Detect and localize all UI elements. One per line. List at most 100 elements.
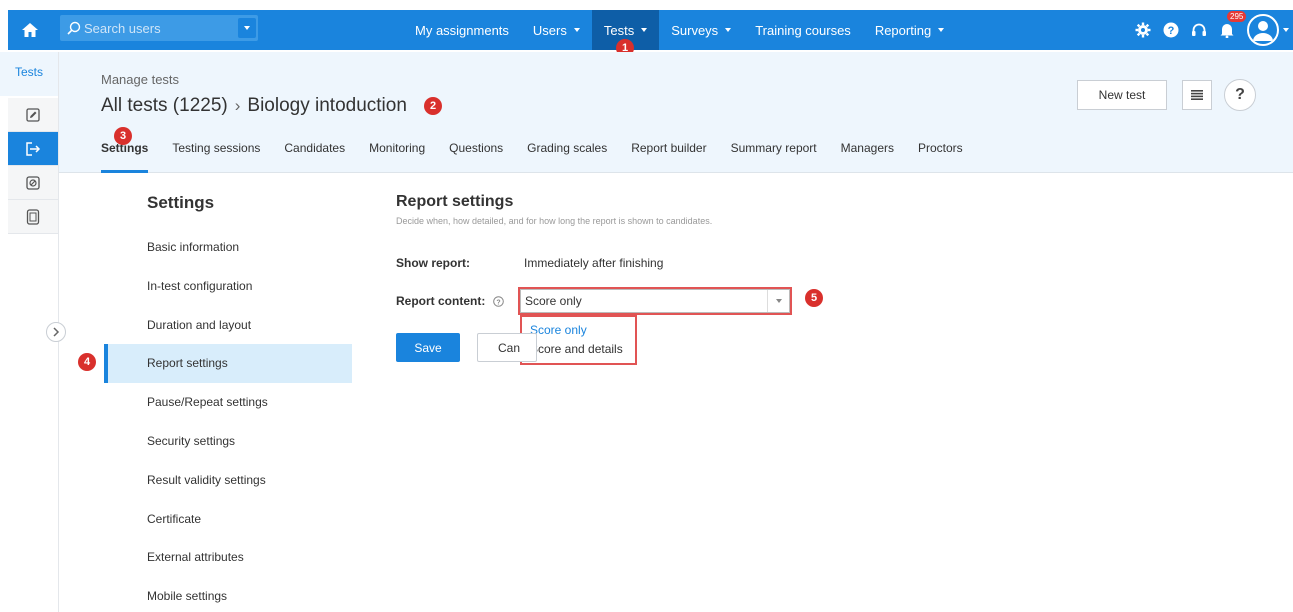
chevron-down-icon bbox=[938, 28, 945, 32]
option-score-and-details[interactable]: Score and details bbox=[522, 340, 635, 359]
menu-button[interactable] bbox=[1182, 80, 1212, 110]
search-box bbox=[60, 15, 258, 41]
section-title: Report settings bbox=[396, 193, 514, 210]
breadcrumb-separator: › bbox=[234, 96, 241, 115]
headset-icon bbox=[1192, 23, 1206, 36]
chevron-down-icon bbox=[573, 28, 580, 32]
chevron-down-icon bbox=[775, 299, 782, 303]
notification-badge: 295 bbox=[1227, 11, 1247, 22]
chevron-down-icon[interactable] bbox=[1283, 28, 1289, 32]
marker-5: 5 bbox=[805, 289, 823, 307]
report-content-selected: Score only bbox=[525, 294, 582, 308]
settings-item-in-test-configuration[interactable]: In-test configuration bbox=[104, 267, 352, 306]
save-button[interactable]: Save bbox=[396, 333, 460, 362]
settings-item-result-validity-settings[interactable]: Result validity settings bbox=[104, 461, 352, 500]
nav-reporting[interactable]: Reporting bbox=[863, 10, 956, 50]
settings-item-external-attributes[interactable]: External attributes bbox=[104, 538, 352, 577]
stamp-icon bbox=[26, 175, 40, 190]
show-report-label: Show report: bbox=[396, 256, 470, 270]
tab-summary-report[interactable]: Summary report bbox=[731, 140, 817, 173]
marker-2: 2 bbox=[424, 97, 442, 115]
search-filter-dropdown[interactable] bbox=[238, 18, 256, 38]
tab-managers[interactable]: Managers bbox=[841, 140, 894, 173]
search-input[interactable] bbox=[84, 15, 234, 41]
svg-text:?: ? bbox=[1168, 25, 1175, 37]
tab-monitoring[interactable]: Monitoring bbox=[369, 140, 425, 173]
bell-icon bbox=[1220, 24, 1234, 38]
show-report-value[interactable]: Immediately after finishing bbox=[524, 256, 663, 270]
support-button[interactable] bbox=[1185, 10, 1213, 50]
tab-bar: Settings Testing sessions Candidates Mon… bbox=[101, 140, 987, 173]
chevron-down-icon bbox=[725, 28, 732, 32]
new-test-button[interactable]: New test bbox=[1077, 80, 1167, 110]
select-arrow[interactable] bbox=[767, 290, 789, 312]
option-score-only[interactable]: Score only bbox=[522, 321, 635, 340]
settings-sidebar-title: Settings bbox=[147, 193, 215, 212]
info-icon[interactable]: ? bbox=[492, 296, 504, 308]
tab-testing-sessions[interactable]: Testing sessions bbox=[172, 140, 260, 173]
rail-label: Tests bbox=[14, 65, 43, 79]
tab-proctors[interactable]: Proctors bbox=[918, 140, 963, 173]
rail-item-document[interactable] bbox=[8, 200, 58, 234]
settings-item-pause-repeat-settings[interactable]: Pause/Repeat settings bbox=[104, 383, 352, 422]
settings-item-duration-and-layout[interactable]: Duration and layout bbox=[104, 306, 352, 345]
rail-icon-list bbox=[8, 98, 58, 234]
search-icon bbox=[67, 21, 81, 35]
collapse-sidebar-button[interactable] bbox=[46, 322, 66, 342]
report-content-select[interactable]: Score only bbox=[518, 287, 792, 315]
tab-settings[interactable]: Settings bbox=[101, 140, 149, 173]
marker-3: 3 bbox=[114, 127, 132, 145]
settings-item-security-settings[interactable]: Security settings bbox=[104, 422, 352, 461]
page-header: Manage tests All tests (1225) › Biology … bbox=[59, 52, 1293, 173]
tab-report-builder[interactable]: Report builder bbox=[631, 140, 706, 173]
settings-item-basic-information[interactable]: Basic information bbox=[104, 228, 352, 267]
user-avatar[interactable] bbox=[1247, 14, 1279, 46]
report-content-label: Report content: bbox=[396, 294, 486, 308]
main-nav: My assignments Users Tests Surveys Train… bbox=[403, 10, 956, 50]
top-right-icons: ? 295 bbox=[1129, 10, 1293, 50]
gear-icon bbox=[1135, 22, 1151, 38]
home-button[interactable] bbox=[8, 10, 52, 50]
top-nav: My assignments Users Tests Surveys Train… bbox=[8, 10, 1293, 50]
section-subtitle: Decide when, how detailed, and for how l… bbox=[396, 216, 713, 226]
report-content-dropdown: Score only Score and details bbox=[520, 315, 637, 365]
settings-menu: Basic information In-test configuration … bbox=[104, 228, 352, 612]
edit-icon bbox=[26, 107, 40, 122]
user-avatar-icon bbox=[1253, 21, 1273, 41]
home-icon bbox=[22, 23, 38, 37]
tab-questions[interactable]: Questions bbox=[449, 140, 503, 173]
rail-item-stamp[interactable] bbox=[8, 166, 58, 200]
cancel-button[interactable]: Can bbox=[477, 333, 537, 362]
svg-text:?: ? bbox=[496, 300, 500, 307]
rail-header: Tests bbox=[0, 52, 58, 96]
settings-button[interactable] bbox=[1129, 10, 1157, 50]
document-icon bbox=[26, 208, 40, 225]
rail-item-edit[interactable] bbox=[8, 98, 58, 132]
nav-surveys[interactable]: Surveys bbox=[659, 10, 743, 50]
tab-candidates[interactable]: Candidates bbox=[284, 140, 345, 173]
chevron-down-icon bbox=[641, 28, 648, 32]
chevron-right-icon bbox=[53, 327, 60, 337]
breadcrumb-root[interactable]: All tests (1225) bbox=[101, 95, 228, 117]
exit-icon bbox=[26, 141, 41, 156]
breadcrumb: All tests (1225) › Biology intoduction bbox=[101, 95, 407, 117]
help-button[interactable]: ? bbox=[1157, 10, 1185, 50]
marker-4: 4 bbox=[78, 353, 96, 371]
settings-item-certificate[interactable]: Certificate bbox=[104, 500, 352, 539]
tab-grading-scales[interactable]: Grading scales bbox=[527, 140, 607, 173]
chevron-down-icon bbox=[244, 26, 250, 30]
nav-users[interactable]: Users bbox=[521, 10, 592, 50]
settings-item-mobile-settings[interactable]: Mobile settings bbox=[104, 577, 352, 612]
top-bar: My assignments Users Tests Surveys Train… bbox=[0, 0, 1293, 52]
notifications-button[interactable]: 295 bbox=[1213, 10, 1247, 50]
section-label: Manage tests bbox=[101, 72, 180, 87]
help-icon: ? bbox=[1163, 22, 1179, 38]
report-content-label-row: Report content: ? bbox=[396, 294, 504, 308]
rail-item-exit[interactable] bbox=[8, 132, 58, 166]
settings-item-report-settings[interactable]: Report settings bbox=[104, 344, 352, 384]
hamburger-icon bbox=[1191, 90, 1203, 100]
page-help-button[interactable]: ? bbox=[1224, 79, 1256, 111]
nav-training-courses[interactable]: Training courses bbox=[743, 10, 863, 50]
page-title: Biology intoduction bbox=[247, 95, 407, 116]
nav-my-assignments[interactable]: My assignments bbox=[403, 10, 521, 50]
